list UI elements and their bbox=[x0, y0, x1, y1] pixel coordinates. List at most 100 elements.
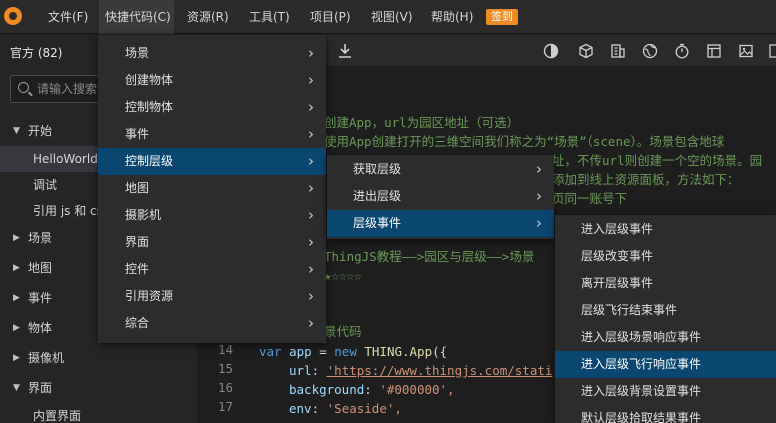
menu-quick-code[interactable]: 快捷代码(C) bbox=[99, 0, 174, 34]
chevron-right-icon: › bbox=[308, 233, 314, 251]
line-number: 17 bbox=[217, 399, 233, 414]
menu-item-enter-level-fly-event[interactable]: 进入层级飞行响应事件 bbox=[555, 351, 776, 378]
chevron-right-icon: › bbox=[308, 206, 314, 224]
chevron-right-icon: › bbox=[536, 187, 542, 205]
menu-item-scene[interactable]: 场景 › bbox=[98, 40, 326, 67]
chevron-right-icon: › bbox=[308, 179, 314, 197]
menu-item-reference-resources[interactable]: 引用资源 › bbox=[98, 283, 326, 310]
chevron-right-icon: › bbox=[308, 287, 314, 305]
frame-icon[interactable] bbox=[768, 43, 776, 59]
tree-item-builtin-ui[interactable]: 内置界面 bbox=[0, 403, 197, 423]
chevron-right-icon: › bbox=[536, 214, 542, 232]
tree-item-ui[interactable]: ▼ 界面 bbox=[0, 375, 197, 401]
menu-item-level-change-event[interactable]: 层级改变事件 bbox=[555, 243, 776, 270]
signin-button[interactable]: 签到 bbox=[486, 9, 518, 25]
image-icon[interactable] bbox=[738, 43, 754, 59]
chevron-right-icon: ▶ bbox=[13, 233, 20, 243]
layout-icon[interactable] bbox=[706, 43, 722, 59]
tree-item-label: 摄像机 bbox=[28, 351, 65, 365]
line-number: 14 bbox=[217, 342, 233, 357]
menu-item-create-object[interactable]: 创建物体 › bbox=[98, 67, 326, 94]
code-string: '#000000', bbox=[379, 382, 455, 397]
menu-item-camera[interactable]: 摄影机 › bbox=[98, 202, 326, 229]
chevron-right-icon: › bbox=[308, 314, 314, 332]
menu-item-level-events[interactable]: 层级事件 › bbox=[327, 210, 554, 237]
chevron-right-icon: ▶ bbox=[13, 353, 20, 363]
sidebar-title: 官方 (82) bbox=[10, 46, 63, 60]
chevron-right-icon: ▶ bbox=[13, 323, 20, 333]
code-keyword: new bbox=[334, 344, 357, 359]
code-class: THING.App bbox=[364, 344, 433, 359]
tree-item-label: 地图 bbox=[28, 261, 53, 275]
menu-resources[interactable]: 资源(R) bbox=[181, 0, 235, 34]
chevron-down-icon: ▼ bbox=[13, 126, 20, 136]
code-line: url: 'https://www.thingjs.com/stati bbox=[289, 363, 553, 378]
building-icon[interactable] bbox=[610, 43, 626, 59]
code-string-url: 'https://www.thingjs.com/stati bbox=[326, 363, 553, 378]
menu-item-enter-level-background-event[interactable]: 进入层级背景设置事件 bbox=[555, 378, 776, 405]
chevron-right-icon: › bbox=[308, 44, 314, 62]
tree-item-label: 开始 bbox=[28, 124, 53, 138]
menu-quick-code-dropdown: 场景 › 创建物体 › 控制物体 › 事件 › 控制层级 › 地图 › 摄影机 › 界面 › 控… bbox=[98, 35, 326, 343]
chevron-right-icon: › bbox=[308, 71, 314, 89]
line-number: 15 bbox=[217, 361, 233, 376]
tree-item-label: 场景 bbox=[28, 231, 53, 245]
menu-item-comprehensive[interactable]: 综合 › bbox=[98, 310, 326, 337]
chevron-right-icon: › bbox=[308, 98, 314, 116]
code-comment: ThingJS教程——>园区与层级——>场景 bbox=[324, 249, 535, 264]
menu-item-leave-level-event[interactable]: 离开层级事件 bbox=[555, 270, 776, 297]
globe-icon[interactable] bbox=[642, 43, 658, 59]
menu-item-control-level[interactable]: 控制层级 › bbox=[98, 148, 326, 175]
cube-icon[interactable] bbox=[578, 43, 594, 59]
search-icon bbox=[18, 82, 29, 93]
menubar: 文件(F) 快捷代码(C) 资源(R) 工具(T) 项目(P) 视图(V) 帮助… bbox=[0, 0, 776, 34]
code-identifier: app bbox=[289, 344, 312, 359]
submenu-control-level: 获取层级 › 进出层级 › 层级事件 › bbox=[327, 155, 554, 239]
code-comment: 页同一账号下 bbox=[552, 191, 628, 206]
code-comment: 创建App，url为园区地址（可选） bbox=[324, 115, 520, 130]
menu-item-control-object[interactable]: 控制物体 › bbox=[98, 94, 326, 121]
menu-item-widgets[interactable]: 控件 › bbox=[98, 256, 326, 283]
chevron-right-icon: › bbox=[308, 152, 314, 170]
tree-item-label: 内置界面 bbox=[33, 409, 82, 423]
menu-tools[interactable]: 工具(T) bbox=[243, 0, 296, 34]
submenu-level-events: 进入层级事件 层级改变事件 离开层级事件 层级飞行结束事件 进入层级场景响应事件… bbox=[555, 215, 776, 423]
tree-item-label: 界面 bbox=[28, 381, 53, 395]
tree-item-label: 事件 bbox=[28, 291, 53, 305]
code-property: env bbox=[289, 401, 312, 416]
chevron-down-icon: ▼ bbox=[13, 383, 20, 393]
menu-item-get-level[interactable]: 获取层级 › bbox=[327, 156, 554, 183]
code-comment: 添加到线上资源面板，方法如下： bbox=[552, 172, 740, 187]
menu-file[interactable]: 文件(F) bbox=[42, 0, 94, 34]
code-property: background bbox=[289, 382, 365, 397]
chevron-right-icon: › bbox=[308, 125, 314, 143]
menu-item-event[interactable]: 事件 › bbox=[98, 121, 326, 148]
menu-item-ui[interactable]: 界面 › bbox=[98, 229, 326, 256]
menu-item-level-fly-end-event[interactable]: 层级飞行结束事件 bbox=[555, 297, 776, 324]
menu-item-enter-exit-level[interactable]: 进出层级 › bbox=[327, 183, 554, 210]
code-string: 'Seaside', bbox=[326, 401, 402, 416]
code-comment: 址，不传url则创建一个空的场景。园 bbox=[552, 153, 763, 168]
app-logo bbox=[4, 7, 22, 25]
tree-item-label: 调试 bbox=[33, 178, 58, 192]
download-icon[interactable] bbox=[337, 43, 353, 59]
tree-item-label: HelloWorld bbox=[33, 152, 98, 166]
line-number: 16 bbox=[217, 380, 233, 395]
menu-help[interactable]: 帮助(H) bbox=[425, 0, 479, 34]
code-line: background: '#000000', bbox=[289, 382, 455, 397]
menu-view[interactable]: 视图(V) bbox=[365, 0, 419, 34]
code-line: var app = new THING.App({ bbox=[259, 342, 447, 361]
code-keyword: var bbox=[259, 344, 282, 359]
menu-item-enter-level-scene-event[interactable]: 进入层级场景响应事件 bbox=[555, 324, 776, 351]
contrast-icon[interactable] bbox=[543, 43, 559, 59]
code-comment: 使用App创建打开的三维空间我们称之为“场景”（scene）。场景包含地球 bbox=[324, 134, 725, 149]
timer-icon[interactable] bbox=[674, 43, 690, 59]
menu-project[interactable]: 项目(P) bbox=[304, 0, 357, 34]
menu-item-default-level-pick-event[interactable]: 默认层级拾取结果事件 bbox=[555, 405, 776, 423]
chevron-right-icon: › bbox=[536, 160, 542, 178]
tree-item-camera[interactable]: ▶ 摄像机 bbox=[0, 345, 197, 371]
code-line: env: 'Seaside', bbox=[289, 401, 402, 416]
menu-item-map[interactable]: 地图 › bbox=[98, 175, 326, 202]
menu-item-enter-level-event[interactable]: 进入层级事件 bbox=[555, 216, 776, 243]
chevron-right-icon: › bbox=[308, 260, 314, 278]
